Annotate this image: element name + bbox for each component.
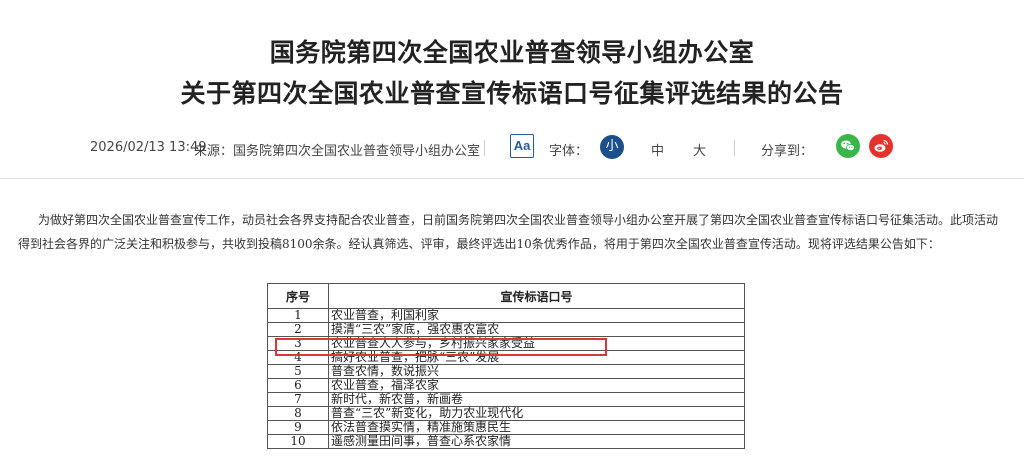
- row-index: 3: [267, 336, 329, 351]
- row-slogan: 依法普查摸实情，精准施策惠民生: [328, 420, 745, 435]
- meta-divider: [734, 140, 735, 156]
- slogans-table: 序号 宣传标语口号 1 农业普查，利国利家 2 摸清“三农”家底，强农惠农富农 3农…: [267, 283, 745, 449]
- source-label: 来源：国务院第四次全国农业普查领导小组办公室: [194, 144, 481, 159]
- row-index: 10: [267, 434, 329, 449]
- row-slogan: 遥感测量田间事，普查心系农家情: [328, 434, 745, 449]
- font-size-label: 字体：: [549, 144, 589, 159]
- publish-date: 2026/02/13 13:49: [90, 140, 207, 155]
- row-index: 4: [267, 350, 329, 365]
- font-size-small-button[interactable]: 小: [600, 135, 624, 159]
- row-slogan: 农业普查人人参与，乡村振兴家家受益: [328, 336, 745, 351]
- weibo-icon: [874, 139, 889, 152]
- table-row: 3 农业普查人人参与，乡村振兴家家受益: [267, 336, 745, 351]
- table-row: 9 依法普查摸实情，精准施策惠民生: [267, 420, 745, 435]
- row-index: 7: [267, 392, 329, 407]
- row-index: 2: [267, 322, 329, 337]
- article-meta-bar: 2026/02/13 13:49 来源：国务院第四次全国农业普查领导小组办公室 …: [0, 134, 1024, 160]
- row-index: 5: [267, 364, 329, 379]
- weibo-share-button[interactable]: [869, 134, 893, 158]
- table-row: 4 搞好农业普查，把脉“三农”发展: [267, 350, 745, 365]
- wechat-icon: [841, 140, 855, 152]
- table-row: 1 农业普查，利国利家: [267, 308, 745, 323]
- row-slogan: 普查“三农”新变化，助力农业现代化: [328, 406, 745, 421]
- table-header-row: 序号 宣传标语口号: [267, 283, 745, 309]
- table-row: 10 遥感测量田间事，普查心系农家情: [267, 434, 745, 449]
- table-row: 2 摸清“三农”家底，强农惠农富农: [267, 322, 745, 337]
- share-label: 分享到：: [761, 144, 814, 159]
- accessibility-aa-button[interactable]: Aa: [510, 134, 534, 158]
- row-slogan: 新时代，新农普，新画卷: [328, 392, 745, 407]
- row-index: 1: [267, 308, 329, 323]
- row-index: 6: [267, 378, 329, 393]
- table-header-slogan: 宣传标语口号: [328, 283, 745, 309]
- table-header-index: 序号: [267, 283, 329, 309]
- row-slogan: 农业普查，福泽农家: [328, 378, 745, 393]
- meta-divider: [484, 140, 485, 156]
- meta-divider-line: [0, 178, 1024, 179]
- font-size-medium-button[interactable]: 中: [651, 140, 664, 159]
- wechat-share-button[interactable]: [836, 134, 860, 158]
- row-index: 8: [267, 406, 329, 421]
- table-row: 5 普查农情，数说振兴: [267, 364, 745, 379]
- font-size-large-button[interactable]: 大: [693, 140, 706, 159]
- table-row: 6 农业普查，福泽农家: [267, 378, 745, 393]
- row-index: 9: [267, 420, 329, 435]
- row-slogan: 搞好农业普查，把脉“三农”发展: [328, 350, 745, 365]
- article-intro-paragraph: 为做好第四次全国农业普查宣传工作，动员社会各界支持配合农业普查，日前国务院第四次…: [18, 213, 999, 251]
- table-row: 7 新时代，新农普，新画卷: [267, 392, 745, 407]
- table-row: 8 普查“三农”新变化，助力农业现代化: [267, 406, 745, 421]
- page-title-line1: 国务院第四次全国农业普查领导小组办公室: [269, 38, 755, 67]
- page-title-line2: 关于第四次全国农业普查宣传标语口号征集评选结果的公告: [180, 79, 844, 108]
- row-slogan: 普查农情，数说振兴: [328, 364, 745, 379]
- row-slogan: 摸清“三农”家底，强农惠农富农: [328, 322, 745, 337]
- row-slogan: 农业普查，利国利家: [328, 308, 745, 323]
